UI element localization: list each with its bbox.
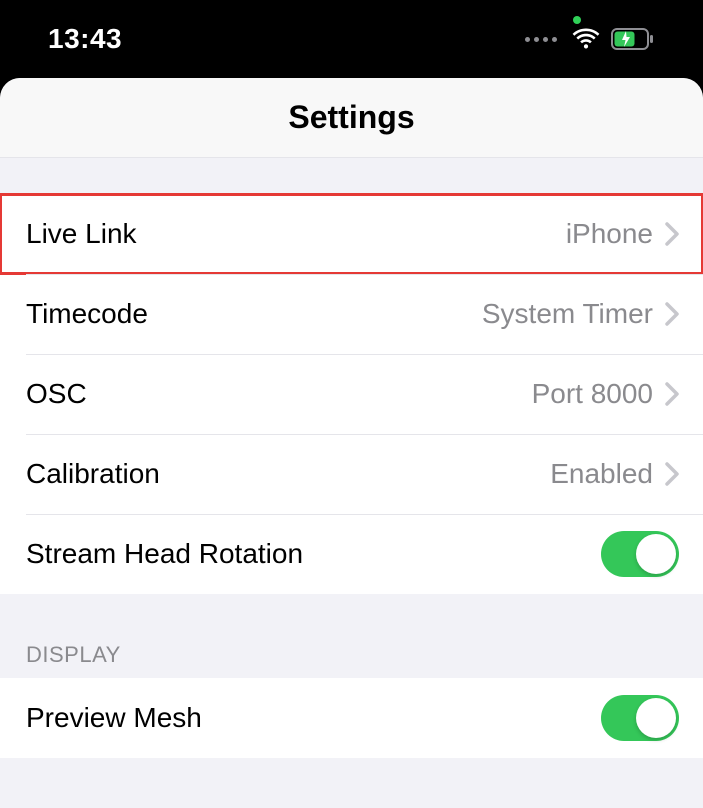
- section-spacer: [0, 158, 703, 194]
- row-value: Port 8000: [532, 378, 653, 410]
- row-live-link[interactable]: Live Link iPhone: [0, 194, 703, 274]
- toggle-knob: [636, 698, 676, 738]
- row-value: iPhone: [566, 218, 653, 250]
- wifi-icon: [571, 28, 601, 50]
- chevron-right-icon: [665, 302, 679, 326]
- row-label: Preview Mesh: [26, 702, 202, 734]
- status-icons: [525, 28, 655, 50]
- status-time: 13:43: [48, 23, 122, 55]
- page-title: Settings: [288, 99, 414, 136]
- battery-charging-icon: [611, 28, 655, 50]
- camera-indicator-dot: [573, 16, 581, 24]
- row-value: System Timer: [482, 298, 653, 330]
- row-value: Enabled: [550, 458, 653, 490]
- cellular-dots-icon: [525, 37, 557, 42]
- row-label: Timecode: [26, 298, 148, 330]
- toggle-preview-mesh[interactable]: [601, 695, 679, 741]
- row-preview-mesh: Preview Mesh: [0, 678, 703, 758]
- row-label: Live Link: [26, 218, 137, 250]
- row-stream-head-rotation: Stream Head Rotation: [0, 514, 703, 594]
- chevron-right-icon: [665, 462, 679, 486]
- row-label: OSC: [26, 378, 87, 410]
- status-bar: 13:43: [0, 0, 703, 78]
- settings-sheet: Settings Live Link iPhone Timecode Syste…: [0, 78, 703, 808]
- section-header-display: DISPLAY: [0, 594, 703, 678]
- row-label: Stream Head Rotation: [26, 538, 303, 570]
- row-label: Calibration: [26, 458, 160, 490]
- toggle-knob: [636, 534, 676, 574]
- settings-section-display: Preview Mesh: [0, 678, 703, 758]
- chevron-right-icon: [665, 222, 679, 246]
- settings-section-main: Live Link iPhone Timecode System Timer O…: [0, 194, 703, 594]
- row-timecode[interactable]: Timecode System Timer: [0, 274, 703, 354]
- row-osc[interactable]: OSC Port 8000: [0, 354, 703, 434]
- row-calibration[interactable]: Calibration Enabled: [0, 434, 703, 514]
- toggle-stream-head-rotation[interactable]: [601, 531, 679, 577]
- chevron-right-icon: [665, 382, 679, 406]
- nav-header: Settings: [0, 78, 703, 158]
